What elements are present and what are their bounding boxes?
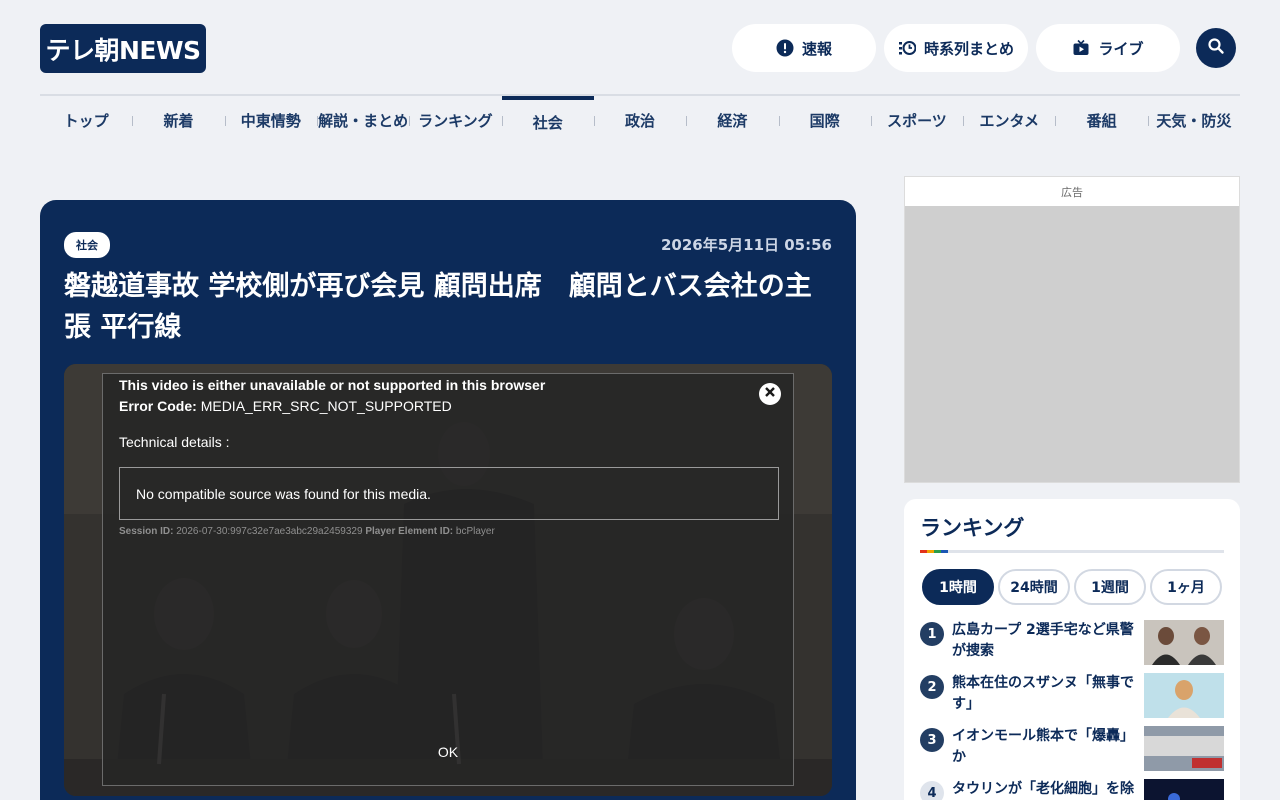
- article-card: 社会 2026年5月11日 05:56 磐越道事故 学校側が再び会見 顧問出席 …: [40, 200, 856, 800]
- nav-item-ranking[interactable]: ランキング: [409, 96, 501, 144]
- nav-item-society[interactable]: 社会: [501, 96, 595, 144]
- error-session-info: Session ID: 2026-07-30:997c32e7ae3abc29a…: [119, 526, 495, 537]
- nav-item-sports[interactable]: スポーツ: [870, 96, 963, 144]
- ranking-list: 1 広島カープ 2選手宅など県警が捜索 2 熊本在住のスザンヌ「無事です」 3 …: [920, 620, 1224, 800]
- error-close-button[interactable]: [759, 383, 781, 405]
- nav-item-weather[interactable]: 天気・防災: [1147, 96, 1240, 144]
- nav-item-programs[interactable]: 番組: [1055, 96, 1147, 144]
- rank-number: 1: [920, 622, 944, 646]
- ranking-thumbnail[interactable]: [1144, 726, 1224, 771]
- nav-item-international[interactable]: 国際: [778, 96, 871, 144]
- live-label: ライブ: [1098, 39, 1144, 58]
- ranking-item-title[interactable]: タウリンが「老化細胞」を除去: [952, 779, 1136, 800]
- error-code: Error Code: MEDIA_ERR_SRC_NOT_SUPPORTED: [119, 398, 452, 414]
- ranking-item[interactable]: 2 熊本在住のスザンヌ「無事です」: [920, 673, 1224, 726]
- breaking-news-label: 速報: [801, 39, 832, 58]
- ranking-accent-bar: [920, 550, 948, 553]
- alert-icon: [776, 39, 794, 57]
- error-technical-label: Technical details :: [119, 434, 230, 450]
- tab-1-month[interactable]: 1ヶ月: [1150, 569, 1222, 605]
- ranking-panel: ランキング 1時間 24時間 1週間 1ヶ月 1 広島カープ 2選手宅など県警が…: [904, 499, 1240, 800]
- search-icon: [1207, 37, 1225, 59]
- ranking-tabs: 1時間 24時間 1週間 1ヶ月: [922, 569, 1222, 605]
- rank-number: 3: [920, 728, 944, 752]
- ranking-thumbnail[interactable]: [1144, 673, 1224, 718]
- ranking-item-title[interactable]: 広島カープ 2選手宅など県警が捜索: [952, 620, 1136, 662]
- search-button[interactable]: [1196, 28, 1236, 68]
- nav-item-economy[interactable]: 経済: [686, 96, 778, 144]
- ad-label: 広告: [905, 177, 1239, 206]
- tab-24-hours[interactable]: 24時間: [998, 569, 1070, 605]
- category-badge[interactable]: 社会: [64, 232, 110, 258]
- nav-item-explainers[interactable]: 解説・まとめ: [316, 96, 409, 144]
- ranking-item[interactable]: 4 タウリンが「老化細胞」を除去: [920, 779, 1224, 800]
- timeline-button[interactable]: 時系列まとめ: [884, 24, 1028, 72]
- breaking-news-button[interactable]: 速報: [732, 24, 876, 72]
- main-nav: トップ 新着 中東情勢 解説・まとめ ランキング 社会 政治 経済 国際 スポー…: [40, 96, 1240, 144]
- error-title: This video is either unavailable or not …: [119, 377, 546, 393]
- timeline-icon: [898, 39, 916, 57]
- nav-item-top[interactable]: トップ: [40, 96, 132, 144]
- live-tv-icon: [1072, 39, 1090, 57]
- ranking-title: ランキング: [920, 516, 1025, 540]
- ranking-item-title[interactable]: イオンモール熊本で「爆轟」か: [952, 726, 1136, 768]
- close-icon: [764, 385, 776, 403]
- live-button[interactable]: ライブ: [1036, 24, 1180, 72]
- nav-item-new[interactable]: 新着: [132, 96, 224, 144]
- error-message-box: No compatible source was found for this …: [119, 467, 779, 520]
- ranking-thumbnail[interactable]: [1144, 779, 1224, 800]
- ranking-item[interactable]: 3 イオンモール熊本で「爆轟」か: [920, 726, 1224, 779]
- nav-item-politics[interactable]: 政治: [593, 96, 686, 144]
- ranking-underline: [920, 550, 1224, 553]
- error-ok-button[interactable]: OK: [103, 744, 793, 760]
- tab-1-hour[interactable]: 1時間: [922, 569, 994, 605]
- video-player[interactable]: This video is either unavailable or not …: [64, 364, 832, 796]
- tab-1-week[interactable]: 1週間: [1074, 569, 1146, 605]
- video-error-dialog: This video is either unavailable or not …: [102, 373, 794, 786]
- ranking-item[interactable]: 1 広島カープ 2選手宅など県警が捜索: [920, 620, 1224, 673]
- article-date: 2026年5月11日 05:56: [660, 236, 832, 254]
- nav-item-entertainment[interactable]: エンタメ: [963, 96, 1055, 144]
- ranking-item-title[interactable]: 熊本在住のスザンヌ「無事です」: [952, 673, 1136, 715]
- nav-item-middle-east[interactable]: 中東情勢: [224, 96, 317, 144]
- rank-number: 4: [920, 781, 944, 800]
- article-headline: 磐越道事故 学校側が再び会見 顧問出席 顧問とバス会社の主張 平行線: [64, 271, 812, 343]
- ranking-thumbnail[interactable]: [1144, 620, 1224, 665]
- ad-slot[interactable]: 広告: [904, 176, 1240, 483]
- timeline-label: 時系列まとめ: [923, 39, 1014, 58]
- site-logo[interactable]: テレ朝NEWS: [40, 24, 206, 73]
- rank-number: 2: [920, 675, 944, 699]
